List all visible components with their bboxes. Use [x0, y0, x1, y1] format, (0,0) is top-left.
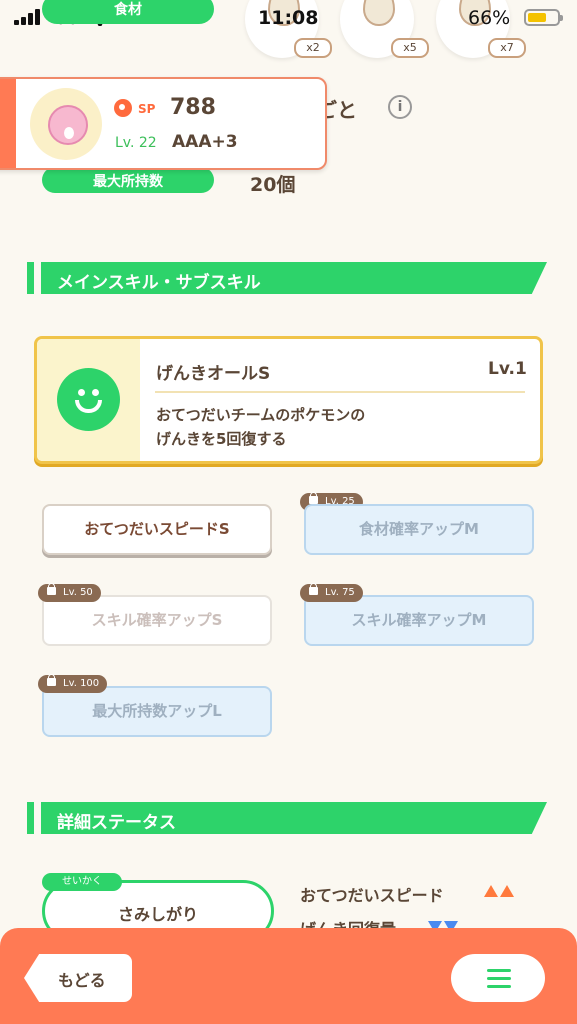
nature-value: さみしがり: [117, 905, 198, 924]
main-skill-name: げんきオールS: [156, 364, 271, 384]
lock-icon: [47, 583, 56, 595]
ingredients-label-pill: 食材: [42, 0, 214, 24]
ingredient-multiplier: x2: [294, 38, 332, 58]
lock-icon: [309, 492, 318, 504]
menu-button[interactable]: [451, 954, 545, 1002]
battery-icon: [524, 9, 563, 26]
lock-badge: Lv. 75: [300, 583, 363, 602]
ingredient-multiplier: x7: [488, 38, 526, 58]
menu-icon: [487, 969, 511, 972]
pokemon-summary-card[interactable]: SP 788 Lv. 22 AAA+3: [0, 77, 327, 170]
section-title: メインスキル・サブスキル: [57, 273, 261, 293]
egg-icon: [363, 0, 395, 26]
lock-badge: Lv. 50: [38, 583, 101, 602]
battery-percent: 66%: [468, 7, 511, 29]
max-carry-label: 最大所持数: [42, 167, 214, 193]
divider: [155, 391, 525, 393]
lock-icon: [47, 674, 56, 686]
up-arrow-icon: [500, 885, 514, 897]
sub-skill-1[interactable]: おてつだいスピードS: [42, 504, 272, 555]
card-accent-strip: [0, 79, 16, 168]
section-header-details: 詳細ステータス: [27, 802, 547, 834]
ingredient-multiplier: x5: [391, 38, 429, 58]
pokemon-level: Lv. 22: [115, 135, 157, 151]
max-carry-value: 20個: [250, 174, 296, 196]
main-skill-level: Lv.1: [488, 359, 527, 379]
pokemon-rank: AAA+3: [172, 132, 238, 152]
info-icon[interactable]: i: [388, 95, 412, 119]
main-skill-description: おてつだいチームのポケモンの げんきを5回復する: [156, 406, 366, 448]
sp-value: 788: [170, 95, 216, 120]
section-header-skills: メインスキル・サブスキル: [27, 262, 547, 294]
main-skill-card[interactable]: げんきオールS Lv.1 おてつだいチームのポケモンの げんきを5回復する: [34, 336, 543, 464]
clock: 11:08: [258, 7, 319, 29]
sub-skill-4[interactable]: スキル確率アップM: [304, 595, 534, 646]
sub-skill-2[interactable]: 食材確率アップM: [304, 504, 534, 555]
pokemon-icon: [48, 105, 88, 145]
up-arrow-icon: [484, 885, 498, 897]
nature-tag: せいかく: [42, 873, 122, 891]
section-title: 詳細ステータス: [57, 813, 176, 833]
lock-icon: [309, 583, 318, 595]
nature-up-stat: おてつだいスピード: [300, 886, 444, 905]
sub-skill-5[interactable]: 最大所持数アップL: [42, 686, 272, 737]
smile-icon: [57, 368, 120, 431]
sp-label: SP: [138, 102, 156, 116]
pokeball-icon: [114, 99, 132, 117]
lock-badge: Lv. 100: [38, 674, 108, 693]
sub-skill-3[interactable]: スキル確率アップS: [42, 595, 272, 646]
back-button[interactable]: もどる: [24, 954, 132, 1002]
